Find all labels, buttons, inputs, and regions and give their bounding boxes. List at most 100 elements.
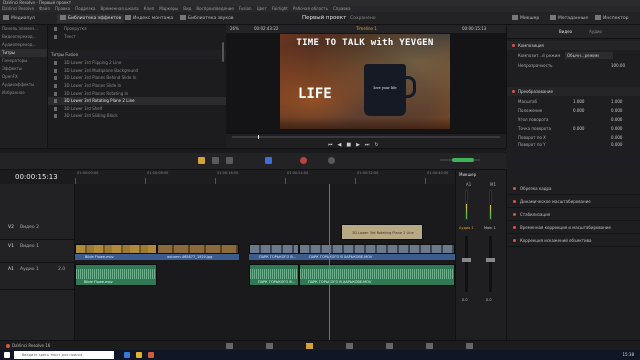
- effect-item[interactable]: Текст: [48, 33, 226, 41]
- category-item[interactable]: Избранное: [0, 89, 47, 97]
- inspector-section[interactable]: Коррекция искажений объектива: [507, 234, 640, 247]
- menu-item[interactable]: Fairlight: [272, 6, 288, 11]
- metadata-button[interactable]: Метаданные: [550, 14, 588, 23]
- audio-clip[interactable]: ПАРК ГОРЬКОГО В...: [249, 264, 299, 286]
- page-deliver-icon[interactable]: [466, 343, 473, 349]
- media-pool-button[interactable]: Медиапул: [3, 14, 35, 23]
- track-header-a1[interactable]: A1 Аудио 1 2.0: [0, 264, 75, 290]
- category-item[interactable]: Титры: [0, 49, 47, 57]
- taskbar-app-icon[interactable]: [124, 352, 130, 358]
- menu-item[interactable]: Рабочая область: [293, 6, 328, 11]
- menu-item[interactable]: Файл: [39, 6, 50, 11]
- fader-handle-main[interactable]: [486, 258, 495, 262]
- section-transform[interactable]: Преобразование: [507, 87, 640, 96]
- menu-item[interactable]: Подрезка: [75, 6, 95, 11]
- page-fusion-icon[interactable]: [346, 343, 353, 349]
- video-clip-thumb[interactable]: [157, 244, 239, 254]
- menu-item[interactable]: Правка: [55, 6, 70, 11]
- viewer-zoom[interactable]: 26%: [230, 25, 239, 33]
- category-item[interactable]: Генераторы: [0, 57, 47, 65]
- category-item[interactable]: Аудиоэффекты: [0, 81, 47, 89]
- effect-item[interactable]: 3D Lower 3rd Planes Slide In: [48, 82, 226, 90]
- category-item[interactable]: Эффекты: [0, 65, 47, 73]
- flag-icon[interactable]: [300, 157, 307, 164]
- inspector-section[interactable]: Временная коррекция и масштабирование: [507, 221, 640, 234]
- effect-item[interactable]: 3D Lower 3rd Rotating Plane 2 Line: [48, 97, 226, 105]
- effect-item[interactable]: 3D Lower 3rd Sliding Block: [48, 112, 226, 120]
- track-header-v2[interactable]: V2 Видео 2: [0, 222, 75, 240]
- effect-item[interactable]: 3D Lower 3rd Planes Behind Slide In: [48, 74, 226, 82]
- timeline-playhead[interactable]: [329, 184, 330, 340]
- menu-item[interactable]: Вид: [183, 6, 191, 11]
- timeline-name[interactable]: Timeline 1: [356, 25, 377, 33]
- section-enabled-dot[interactable]: [512, 44, 515, 47]
- fader-a1[interactable]: [465, 236, 468, 292]
- menu-item[interactable]: Цвет: [257, 6, 267, 11]
- trim-tool-icon[interactable]: [212, 157, 219, 164]
- sound-library-button[interactable]: Библиотека звуков: [180, 14, 233, 23]
- effects-library-button[interactable]: Библиотека эффектов: [57, 14, 125, 23]
- category-item[interactable]: Видеопереход...: [0, 33, 47, 41]
- page-color-icon[interactable]: [386, 343, 393, 349]
- section-enabled-dot[interactable]: [513, 226, 516, 229]
- page-edit-icon[interactable]: [306, 343, 313, 349]
- inspector-button[interactable]: Инспектор: [595, 14, 628, 23]
- section-composition[interactable]: Композиция: [507, 41, 640, 50]
- taskbar-app-icon[interactable]: [136, 352, 142, 358]
- mixer-button[interactable]: Микшер: [512, 14, 539, 23]
- video-clip-thumb[interactable]: [299, 244, 455, 254]
- fader-handle-a1[interactable]: [462, 258, 471, 262]
- viewer-scrubber[interactable]: [232, 136, 500, 138]
- zoom-y-value[interactable]: 1.000: [611, 97, 622, 106]
- page-cut-icon[interactable]: [266, 343, 273, 349]
- composite-mode-select[interactable]: Обычн...режим: [565, 52, 613, 59]
- menu-item[interactable]: Временная шкала: [100, 6, 138, 11]
- effect-item[interactable]: Прокрутка: [48, 25, 226, 33]
- effect-item[interactable]: 3D Lower 3rd Flipping 2 Line: [48, 59, 226, 67]
- inspector-section[interactable]: Стабилизация: [507, 208, 640, 221]
- effect-item[interactable]: 3D Lower 3rd Multiplane Background: [48, 67, 226, 75]
- rotation-value[interactable]: 0.000: [611, 115, 622, 124]
- category-item[interactable]: Аудиопереход...: [0, 41, 47, 49]
- menu-item[interactable]: Клип: [144, 6, 155, 11]
- timeline-ruler[interactable]: 01:00:00:00 01:00:08:00 01:00:16:00 01:00:2…: [75, 170, 455, 184]
- effect-item[interactable]: 3D Lower 3rd Planes Rotating In: [48, 90, 226, 98]
- category-item[interactable]: OpenFX: [0, 73, 47, 81]
- section-enabled-dot[interactable]: [512, 90, 515, 93]
- tab-audio[interactable]: Аудио: [589, 28, 602, 36]
- viewer-frame[interactable]: TIME TO TALK with YEVGEN LIFE love your …: [280, 34, 450, 129]
- yaw-value[interactable]: 0.000: [611, 141, 622, 148]
- anchor-y-value[interactable]: 0.000: [611, 124, 622, 133]
- menu-item[interactable]: Маркеры: [159, 6, 178, 11]
- category-item[interactable]: Панель элемен...: [0, 25, 47, 33]
- video-clip-thumb[interactable]: [249, 244, 299, 254]
- zoom-x-value[interactable]: 1.000: [573, 97, 584, 106]
- video-clip-thumb[interactable]: [75, 244, 157, 254]
- edit-index-button[interactable]: Индекс монтажа: [125, 14, 173, 23]
- position-y-value[interactable]: 0.000: [611, 106, 622, 115]
- anchor-x-value[interactable]: 0.000: [573, 124, 584, 133]
- page-fairlight-icon[interactable]: [426, 343, 433, 349]
- position-x-value[interactable]: 0.000: [573, 106, 584, 115]
- tab-video[interactable]: Видео: [559, 28, 572, 36]
- audio-clip[interactable]: ПАРК ГОРЬКОГО В ХАРЬКОВЕ.MOV: [299, 264, 455, 286]
- menu-item[interactable]: Воспроизведение: [196, 6, 233, 11]
- track-header-v1[interactable]: V1 Видео 1: [0, 241, 75, 263]
- opacity-value[interactable]: 100.00: [611, 61, 625, 70]
- section-enabled-dot[interactable]: [513, 213, 516, 216]
- selection-tool-icon[interactable]: [198, 157, 205, 164]
- fader-main[interactable]: [489, 236, 492, 292]
- section-enabled-dot[interactable]: [513, 239, 516, 242]
- viewer-scrubber-head[interactable]: [258, 135, 259, 139]
- title-clip[interactable]: 3D Lower 3rd Rotating Plane 2 Line: [341, 224, 423, 240]
- page-media-icon[interactable]: [226, 343, 233, 349]
- snapping-icon[interactable]: [265, 157, 272, 164]
- effect-item[interactable]: 3D Lower 3rd Shelf: [48, 105, 226, 113]
- menu-item[interactable]: Fusion: [239, 6, 252, 11]
- menu-item[interactable]: DaVinci Resolve: [2, 6, 34, 11]
- inspector-section[interactable]: Динамическое масштабирование: [507, 195, 640, 208]
- blade-tool-icon[interactable]: [226, 157, 233, 164]
- section-enabled-dot[interactable]: [513, 187, 516, 190]
- audio-clip[interactable]: Bible Flowe.mov: [75, 264, 157, 286]
- section-enabled-dot[interactable]: [513, 200, 516, 203]
